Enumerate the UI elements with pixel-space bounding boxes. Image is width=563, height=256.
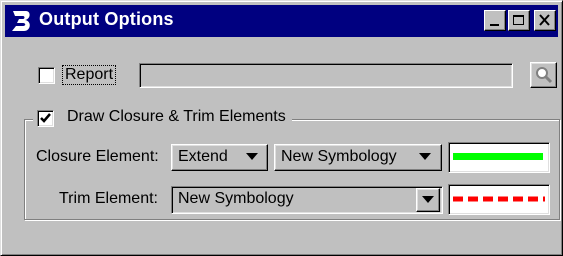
- report-browse-button[interactable]: [530, 62, 557, 88]
- magnifier-icon: [536, 67, 553, 84]
- chevron-down-icon: [422, 196, 434, 203]
- closure-line-swatch[interactable]: [448, 142, 550, 173]
- chevron-down-icon: [419, 153, 431, 160]
- report-file-field[interactable]: [139, 63, 513, 88]
- chevron-down-icon: [246, 153, 258, 160]
- window-title: Output Options: [39, 9, 174, 29]
- minimize-icon: [490, 24, 499, 26]
- closure-symbology-dropdown[interactable]: New Symbology: [274, 144, 442, 171]
- trim-dropdown-arrow-button[interactable]: [416, 188, 440, 212]
- solid-line-preview: [453, 153, 543, 160]
- closure-element-label: Closure Element:: [36, 148, 159, 165]
- close-button[interactable]: [534, 10, 556, 31]
- bentley-b-logo-icon: [12, 11, 30, 31]
- dashed-line-preview: [453, 196, 545, 202]
- draw-closure-label[interactable]: Draw Closure & Trim Elements: [67, 108, 286, 126]
- trim-element-label: Trim Element:: [59, 190, 158, 207]
- minimize-button[interactable]: [484, 10, 506, 31]
- trim-line-swatch[interactable]: [448, 184, 550, 215]
- draw-closure-checkbox[interactable]: [37, 110, 54, 127]
- trim-symbology-dropdown[interactable]: New Symbology: [171, 186, 443, 214]
- report-checkbox[interactable]: [38, 67, 55, 84]
- maximize-icon: [513, 15, 524, 25]
- maximize-button[interactable]: [508, 10, 530, 31]
- checkmark-icon: [40, 113, 51, 123]
- title-bar[interactable]: Output Options: [5, 5, 558, 37]
- output-options-window: Output Options Report Draw Closure & Tri…: [0, 0, 563, 256]
- closure-mode-dropdown[interactable]: Extend: [171, 144, 268, 171]
- group-header: Draw Closure & Trim Elements Draw Closur…: [33, 108, 292, 130]
- close-icon: [539, 14, 550, 26]
- report-label[interactable]: Report: [61, 65, 117, 85]
